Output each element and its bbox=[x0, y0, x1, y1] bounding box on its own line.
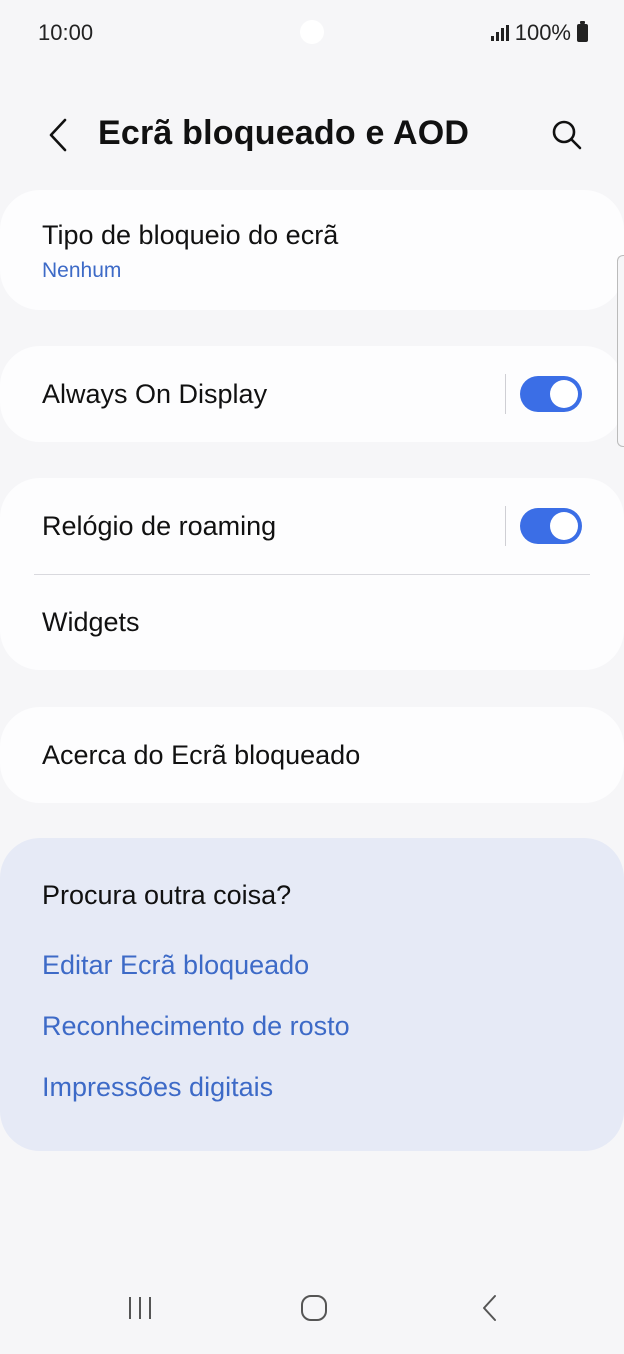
search-icon bbox=[552, 120, 582, 150]
always-on-display-toggle[interactable] bbox=[520, 376, 582, 412]
widgets-label: Widgets bbox=[42, 607, 140, 637]
toggle-knob bbox=[550, 512, 578, 540]
about-lock-screen-card[interactable]: Acerca do Ecrã bloqueado bbox=[0, 707, 624, 803]
about-lock-screen-label: Acerca do Ecrã bloqueado bbox=[42, 740, 361, 770]
signal-icon bbox=[490, 25, 509, 41]
status-right: 100% bbox=[490, 20, 588, 46]
lock-type-label: Tipo de bloqueio do ecrã bbox=[42, 220, 339, 250]
nav-back-icon bbox=[483, 1295, 496, 1321]
roaming-widgets-card: Relógio de roaming Widgets bbox=[0, 478, 624, 670]
chevron-left-icon bbox=[49, 118, 67, 152]
link-edit-lock-screen[interactable]: Editar Ecrã bloqueado bbox=[42, 950, 309, 981]
home-icon bbox=[301, 1295, 327, 1321]
link-face-recognition[interactable]: Reconhecimento de rosto bbox=[42, 1011, 350, 1042]
battery-icon bbox=[577, 21, 588, 42]
widgets-row[interactable]: Widgets bbox=[0, 575, 624, 670]
status-bar: 10:00 100% bbox=[0, 0, 624, 66]
always-on-display-card[interactable]: Always On Display bbox=[0, 346, 624, 442]
lock-type-card[interactable]: Tipo de bloqueio do ecrã Nenhum bbox=[0, 190, 624, 310]
roaming-clock-toggle[interactable] bbox=[520, 508, 582, 544]
navigation-bar bbox=[0, 1270, 624, 1354]
recents-button[interactable] bbox=[118, 1286, 162, 1330]
status-time: 10:00 bbox=[38, 20, 94, 45]
roaming-clock-row[interactable]: Relógio de roaming bbox=[0, 478, 624, 574]
recents-icon bbox=[129, 1297, 151, 1319]
toggle-knob bbox=[550, 380, 578, 408]
divider bbox=[505, 374, 506, 414]
suggestions-panel: Procura outra coisa? Editar Ecrã bloquea… bbox=[0, 838, 624, 1151]
camera-cutout bbox=[300, 20, 324, 44]
nav-back-button[interactable] bbox=[468, 1286, 512, 1330]
page-title: Ecrã bloqueado e AOD bbox=[98, 114, 470, 152]
search-button[interactable] bbox=[544, 112, 590, 158]
lock-type-value: Nenhum bbox=[42, 259, 122, 282]
suggestions-heading: Procura outra coisa? bbox=[42, 880, 292, 910]
battery-percentage: 100% bbox=[514, 20, 571, 45]
link-fingerprints[interactable]: Impressões digitais bbox=[42, 1072, 273, 1103]
scroll-handle[interactable] bbox=[617, 255, 624, 447]
app-bar: Ecrã bloqueado e AOD bbox=[0, 100, 624, 170]
home-button[interactable] bbox=[292, 1286, 336, 1330]
divider bbox=[505, 506, 506, 546]
screen: 10:00 100% Ecrã bloqueado e AOD Tipo de bbox=[0, 0, 624, 1354]
back-button[interactable] bbox=[38, 112, 78, 158]
